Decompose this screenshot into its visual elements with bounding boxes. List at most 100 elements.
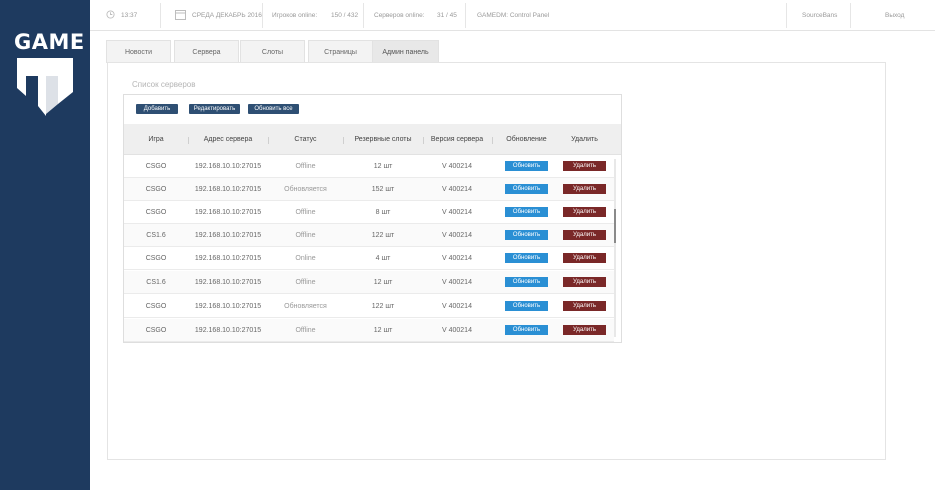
delete-server-button[interactable]: Удалить bbox=[563, 230, 606, 240]
update-server-button[interactable]: Обновить bbox=[505, 161, 548, 171]
cell-game: CSGO bbox=[145, 327, 167, 334]
sidebar: GAME bbox=[0, 0, 90, 490]
cell-game: CSGO bbox=[145, 303, 167, 310]
cell-address: 192.168.10.10:27015 bbox=[194, 279, 262, 286]
delete-server-button[interactable]: Удалить bbox=[563, 301, 606, 311]
table-row: CS1.6 192.168.10.10:27015 Offline 12 шт V 40… bbox=[124, 271, 614, 294]
column-header-status: Статус bbox=[294, 136, 317, 143]
cell-address: 192.168.10.10:27015 bbox=[194, 255, 262, 262]
tab-admin-panel[interactable]: Админ панель bbox=[372, 40, 439, 63]
cell-game: CS1.6 bbox=[146, 279, 166, 286]
players-online-label: Игроков online: bbox=[272, 12, 318, 19]
sourcebans-link[interactable]: SourceBans bbox=[802, 0, 837, 31]
cell-address: 192.168.10.10:27015 bbox=[194, 209, 262, 216]
column-header-reserved-slots: Резервные слоты bbox=[354, 136, 412, 143]
top-bar: 13:37 СРЕДА ДЕКАБРЬ 2016 Игроков online:… bbox=[90, 0, 935, 31]
cell-game: CSGO bbox=[145, 163, 167, 170]
delete-server-button[interactable]: Удалить bbox=[563, 253, 606, 263]
cell-reserved-slots: 152 шт bbox=[371, 186, 395, 193]
cell-reserved-slots: 8 шт bbox=[375, 209, 391, 216]
update-server-button[interactable]: Обновить bbox=[505, 207, 548, 217]
cell-status: Обновляется bbox=[284, 303, 327, 310]
add-button[interactable]: Добавить bbox=[136, 104, 178, 114]
cell-version: V 400214 bbox=[442, 279, 472, 286]
cell-game: CS1.6 bbox=[146, 232, 166, 239]
cell-version: V 400214 bbox=[442, 186, 472, 193]
logo-text: GAME bbox=[14, 30, 85, 54]
table-body: CSGO 192.168.10.10:27015 Offline 12 шт V 400… bbox=[124, 155, 621, 343]
cell-status: Offline bbox=[295, 209, 316, 216]
cell-status: Обновляется bbox=[284, 186, 327, 193]
tab-pages[interactable]: Страницы bbox=[308, 40, 373, 63]
column-header-delete: Удалить bbox=[571, 136, 598, 143]
cell-game: CSGO bbox=[145, 209, 167, 216]
table-row: CSGO 192.168.10.10:27015 Offline 12 шт V 400… bbox=[124, 155, 614, 178]
table-row: CSGO 192.168.10.10:27015 Обновляется 122 шт… bbox=[124, 295, 614, 318]
cell-address: 192.168.10.10:27015 bbox=[194, 232, 262, 239]
scrollbar-track[interactable] bbox=[614, 159, 616, 337]
logout-link[interactable]: Выход bbox=[885, 0, 904, 31]
table-row: CSGO 192.168.10.10:27015 Online 4 шт V 40021… bbox=[124, 247, 614, 270]
cell-status: Offline bbox=[295, 163, 316, 170]
table-row: CSGO 192.168.10.10:27015 Offline 8 шт V 4002… bbox=[124, 201, 614, 224]
servers-online-value: 31 / 45 bbox=[437, 12, 457, 19]
cell-game: CSGO bbox=[145, 255, 167, 262]
cell-address: 192.168.10.10:27015 bbox=[194, 163, 262, 170]
players-online-value: 150 / 432 bbox=[331, 12, 359, 19]
update-server-button[interactable]: Обновить bbox=[505, 301, 548, 311]
update-server-button[interactable]: Обновить bbox=[505, 184, 548, 194]
cell-status: Offline bbox=[295, 279, 316, 286]
cell-version: V 400214 bbox=[442, 327, 472, 334]
cell-version: V 400214 bbox=[442, 303, 472, 310]
cell-address: 192.168.10.10:27015 bbox=[194, 303, 262, 310]
update-server-button[interactable]: Обновить bbox=[505, 325, 548, 335]
cell-version: V 400214 bbox=[442, 232, 472, 239]
logo-emblem-icon bbox=[17, 58, 73, 116]
column-header-address: Адрес сервера bbox=[203, 136, 253, 143]
clock-icon bbox=[106, 10, 115, 21]
edit-button[interactable]: Редактировать bbox=[189, 104, 240, 114]
calendar-icon bbox=[175, 9, 186, 22]
update-server-button[interactable]: Обновить bbox=[505, 253, 548, 263]
delete-server-button[interactable]: Удалить bbox=[563, 207, 606, 217]
time-text: 13:37 bbox=[121, 12, 138, 19]
panel-title: Список серверов bbox=[132, 80, 196, 89]
cell-status: Offline bbox=[295, 232, 316, 239]
cell-game: CSGO bbox=[145, 186, 167, 193]
delete-server-button[interactable]: Удалить bbox=[563, 184, 606, 194]
servers-table: Добавить Редактировать Обновить все Игра… bbox=[123, 94, 622, 343]
cell-reserved-slots: 12 шт bbox=[373, 327, 393, 334]
update-server-button[interactable]: Обновить bbox=[505, 230, 548, 240]
cell-reserved-slots: 122 шт bbox=[371, 232, 395, 239]
cell-reserved-slots: 4 шт bbox=[375, 255, 391, 262]
update-server-button[interactable]: Обновить bbox=[505, 277, 548, 287]
cell-status: Online bbox=[295, 255, 316, 262]
update-all-button[interactable]: Обновить все bbox=[248, 104, 299, 114]
tab-servers[interactable]: Сервера bbox=[174, 40, 239, 63]
cell-version: V 400214 bbox=[442, 163, 472, 170]
date-display: СРЕДА ДЕКАБРЬ 2016 bbox=[175, 0, 262, 31]
column-header-game: Игра bbox=[148, 136, 164, 143]
cell-address: 192.168.10.10:27015 bbox=[194, 186, 262, 193]
table-row: CSGO 192.168.10.10:27015 Offline 12 шт V 400… bbox=[124, 319, 614, 342]
scrollbar-thumb[interactable] bbox=[614, 209, 616, 243]
delete-server-button[interactable]: Удалить bbox=[563, 325, 606, 335]
table-header: Игра Адрес сервера Статус Резервные слот… bbox=[124, 124, 621, 155]
table-row: CSGO 192.168.10.10:27015 Обновляется 152 шт… bbox=[124, 178, 614, 201]
time-display: 13:37 bbox=[106, 0, 137, 31]
column-header-update: Обновление bbox=[506, 136, 547, 143]
delete-server-button[interactable]: Удалить bbox=[563, 277, 606, 287]
cell-version: V 400214 bbox=[442, 255, 472, 262]
delete-server-button[interactable]: Удалить bbox=[563, 161, 606, 171]
cell-address: 192.168.10.10:27015 bbox=[194, 327, 262, 334]
cell-reserved-slots: 12 шт bbox=[373, 163, 393, 170]
table-row: CS1.6 192.168.10.10:27015 Offline 122 шт V 4… bbox=[124, 224, 614, 247]
cell-reserved-slots: 122 шт bbox=[371, 303, 395, 310]
date-text: СРЕДА ДЕКАБРЬ 2016 bbox=[192, 12, 262, 19]
logo[interactable]: GAME bbox=[14, 30, 85, 118]
cell-status: Offline bbox=[295, 327, 316, 334]
panel-name: GAMEDM: Control Panel bbox=[477, 12, 550, 19]
tab-slots[interactable]: Слоты bbox=[240, 40, 305, 63]
tab-news[interactable]: Новости bbox=[106, 40, 171, 63]
servers-online-label: Серверов online: bbox=[374, 12, 425, 19]
